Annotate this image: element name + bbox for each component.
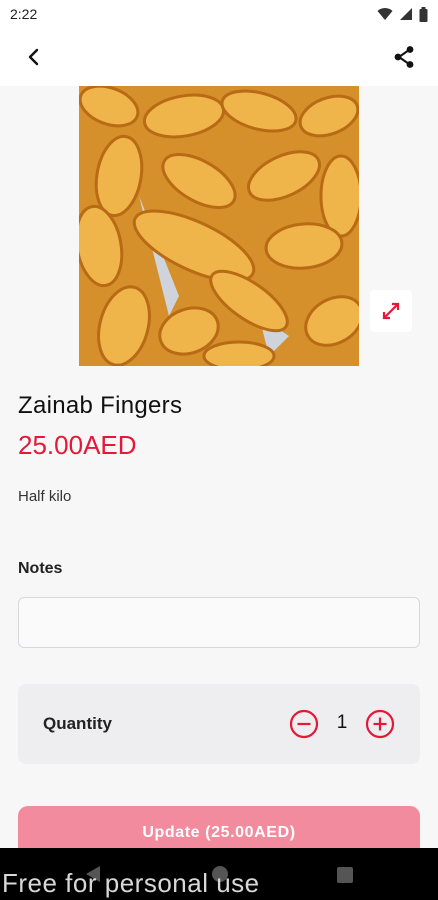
decrease-quantity-button[interactable] [289, 709, 319, 739]
expand-icon [382, 302, 400, 320]
quantity-label: Quantity [43, 714, 112, 733]
battery-icon [419, 6, 428, 22]
nav-recent-icon[interactable] [337, 867, 353, 883]
minus-circle-icon [289, 709, 319, 739]
back-button[interactable] [20, 43, 48, 71]
product-photo [79, 86, 359, 366]
share-icon [394, 46, 414, 68]
status-time: 2:22 [10, 6, 38, 22]
signal-icon [400, 8, 412, 20]
chevron-left-icon [28, 48, 39, 66]
product-description: Half kilo [18, 488, 72, 505]
product-name: Zainab Fingers [18, 392, 183, 419]
notes-label: Notes [18, 560, 63, 577]
share-button[interactable] [390, 43, 418, 71]
product-price: 25.00AED [18, 430, 137, 460]
app-bar [0, 28, 438, 86]
quantity-value: 1 [336, 712, 348, 733]
quantity-card: Quantity 1 [18, 684, 420, 764]
wifi-icon [377, 8, 393, 20]
increase-quantity-button[interactable] [365, 709, 395, 739]
expand-image-button[interactable] [370, 290, 412, 332]
product-image[interactable] [79, 86, 359, 366]
plus-circle-icon [365, 709, 395, 739]
notes-input[interactable] [18, 597, 420, 648]
watermark-text: Free for personal use [2, 868, 260, 898]
status-icons [377, 6, 428, 22]
status-bar: 2:22 [0, 0, 438, 28]
